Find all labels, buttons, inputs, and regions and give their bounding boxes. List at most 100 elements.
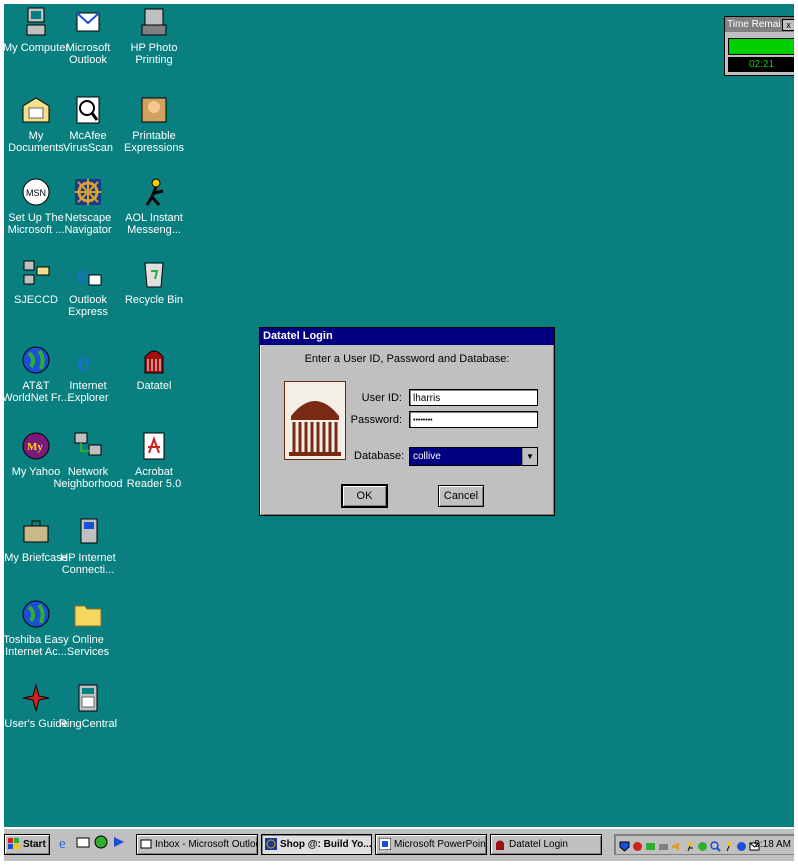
taskbar-button-outlook-inbox[interactable]: Inbox - Microsoft Outlook	[136, 834, 258, 855]
timer-close-button[interactable]: x	[782, 19, 795, 31]
outlook-express-icon: e	[72, 258, 104, 290]
network-tray-icon[interactable]	[645, 839, 656, 850]
antivirus-icon[interactable]	[632, 839, 643, 851]
icon-label: HP Internet Connecti...	[60, 552, 116, 576]
icon-label: Acrobat Reader 5.0	[126, 466, 182, 490]
datatel-icon	[138, 344, 170, 376]
icon-label: Datatel	[136, 380, 172, 392]
outlook-quicklaunch-icon[interactable]	[76, 835, 90, 849]
desktop-icon-online-services[interactable]: Online Services	[52, 598, 124, 658]
desktop-icon-ringcentral[interactable]: RingCentral	[52, 682, 124, 730]
msn-icon: MSN	[20, 176, 52, 208]
icon-label: Network Neighborhood	[53, 466, 123, 490]
datatel-icon	[494, 838, 506, 850]
database-select-value: collive	[413, 451, 441, 462]
photo-print-icon	[138, 6, 170, 38]
desktop-icon-hp-internet[interactable]: HP Internet Connecti...	[52, 516, 124, 576]
globe-tray-icon[interactable]	[736, 839, 747, 851]
taskbar-clock[interactable]: 9:18 AM	[754, 835, 791, 854]
acrobat-icon	[138, 430, 170, 462]
desktop-icon-datatel[interactable]: Datatel	[118, 344, 190, 392]
mcafee-icon	[72, 94, 104, 126]
taskbar-button-datatel-login[interactable]: Datatel Login	[490, 834, 602, 855]
ie-icon: e	[72, 344, 104, 376]
icon-label: Recycle Bin	[124, 294, 184, 306]
netscape-icon	[72, 176, 104, 208]
desktop-icon-recycle-bin[interactable]: Recycle Bin	[118, 258, 190, 306]
desktop-icon-microsoft-outlook[interactable]: Microsoft Outlook	[52, 6, 124, 66]
powerpoint-icon	[378, 837, 392, 851]
desktop: My Computer My Documents MSN Set Up The …	[0, 0, 798, 827]
svg-text:MSN: MSN	[26, 188, 46, 198]
icon-label: RingCentral	[58, 718, 118, 730]
icon-label: Online Services	[66, 634, 110, 658]
volume-icon[interactable]	[671, 839, 682, 851]
briefcase-icon	[20, 516, 52, 548]
time-remaining-readout: 02:21	[728, 57, 795, 72]
desktop-icon-printable-expressions[interactable]: Printable Expressions	[118, 94, 190, 154]
dialog-prompt: Enter a User ID, Password and Database:	[304, 353, 510, 365]
icon-label: Microsoft Outlook	[65, 42, 111, 66]
guide-icon	[20, 682, 52, 714]
recycle-bin-icon	[138, 258, 170, 290]
userid-input[interactable]: lharris	[409, 389, 538, 406]
desktop-icon-outlook-express[interactable]: e Outlook Express	[52, 258, 124, 318]
desktop-icon-internet-explorer[interactable]: e Internet Explorer	[52, 344, 124, 404]
icon-label: Outlook Express	[68, 294, 108, 318]
network-icon	[72, 430, 104, 462]
desktop-icon-netscape[interactable]: Netscape Navigator	[52, 176, 124, 236]
taskbar-button-shop[interactable]: Shop @: Build Yo...	[261, 834, 372, 855]
aol-im-icon	[138, 176, 170, 208]
taskbar-button-powerpoint[interactable]: Microsoft PowerPoint - ...	[375, 834, 487, 855]
icon-label: AOL Instant Messeng...	[125, 212, 183, 236]
dialog-title[interactable]: Datatel Login	[260, 328, 554, 345]
desktop-icon-aol-im[interactable]: AOL Instant Messeng...	[118, 176, 190, 236]
taskbar-button-label: Datatel Login	[509, 839, 568, 850]
messenger-tray-icon[interactable]	[697, 839, 708, 851]
desktop-icon-network-neighborhood[interactable]: Network Neighborhood	[52, 430, 124, 490]
folder-documents-icon	[20, 94, 52, 126]
password-label: Password:	[350, 414, 402, 426]
network-drive-icon	[20, 258, 52, 290]
icon-label: Netscape Navigator	[64, 212, 112, 236]
hp-connect-icon	[72, 516, 104, 548]
outlook-icon	[72, 6, 104, 38]
svg-text:e: e	[77, 260, 89, 289]
desktop-icon-hp-photo[interactable]: HP Photo Printing	[118, 6, 190, 66]
shield-icon[interactable]	[619, 839, 630, 852]
channels-quicklaunch-icon[interactable]	[94, 835, 108, 849]
password-input[interactable]: ••••••••	[409, 411, 538, 428]
taskbar-button-label: Shop @: Build Yo...	[280, 839, 372, 850]
ok-button[interactable]: OK	[341, 484, 388, 508]
time-remaining-widget[interactable]: Time Remai... x 02:21	[724, 16, 798, 76]
database-select[interactable]: collive ▼	[409, 447, 538, 466]
ie-quicklaunch-icon[interactable]: e	[58, 835, 72, 852]
database-label: Database:	[354, 450, 405, 462]
desktop-quicklaunch-icon[interactable]	[112, 835, 126, 849]
aim-tray-icon[interactable]	[723, 839, 734, 852]
printable-expressions-icon	[138, 94, 170, 126]
printer-tray-icon[interactable]	[658, 839, 669, 850]
folder-icon	[72, 598, 104, 630]
cancel-button[interactable]: Cancel	[438, 485, 484, 507]
icon-label: McAfee VirusScan	[63, 130, 113, 154]
start-button[interactable]: Start	[4, 834, 50, 855]
computer-icon	[20, 6, 52, 38]
time-remaining-bar	[728, 38, 797, 55]
inbox-icon	[140, 838, 152, 850]
system-tray: 9:18 AM	[614, 834, 796, 855]
yahoo-icon: My	[20, 430, 52, 462]
desktop-icon-acrobat[interactable]: Acrobat Reader 5.0	[118, 430, 190, 490]
taskbar-button-label: Inbox - Microsoft Outlook	[155, 839, 258, 850]
start-label: Start	[23, 839, 46, 850]
chevron-down-icon[interactable]: ▼	[522, 448, 537, 465]
aol-tray-icon[interactable]	[684, 839, 695, 852]
windows-logo-icon	[8, 838, 20, 850]
globe-icon	[20, 598, 52, 630]
taskbar-button-label: Microsoft PowerPoint - ...	[394, 839, 487, 850]
svg-text:e: e	[77, 345, 90, 375]
globe-icon	[20, 344, 52, 376]
search-icon[interactable]	[710, 839, 721, 852]
desktop-icon-mcafee[interactable]: McAfee VirusScan	[52, 94, 124, 154]
datatel-logo-image	[284, 381, 346, 460]
